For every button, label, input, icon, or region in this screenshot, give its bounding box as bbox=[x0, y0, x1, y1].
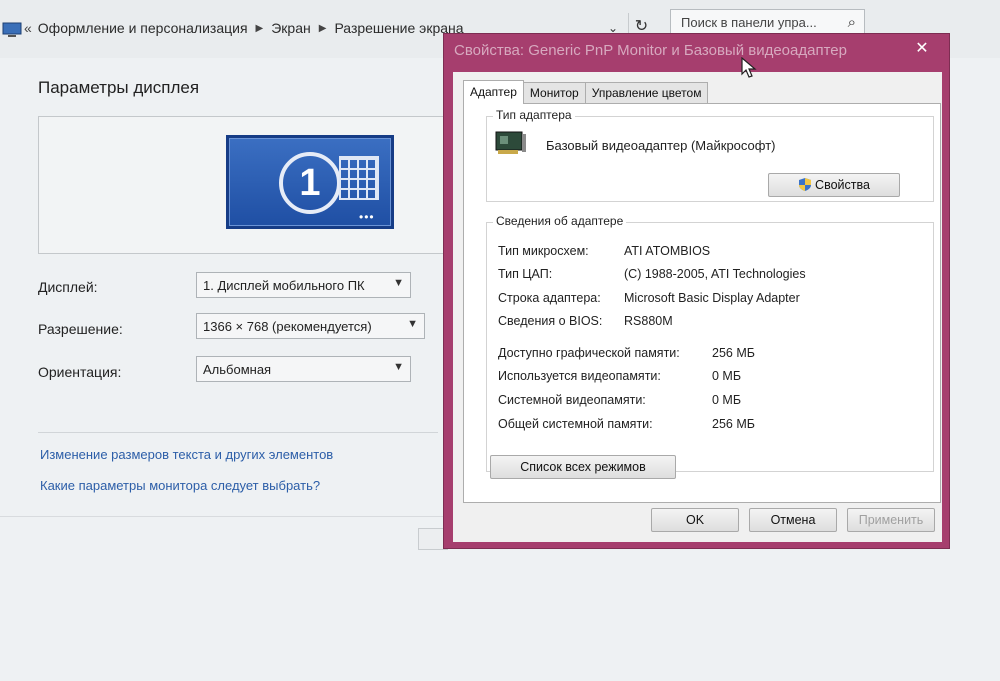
available-graphics-memory-label: Доступно графической памяти: bbox=[498, 346, 680, 360]
breadcrumb-item[interactable]: Экран bbox=[271, 20, 311, 36]
system-video-memory-label: Системной видеопамяти: bbox=[498, 393, 646, 407]
dac-type-value: (C) 1988-2005, ATI Technologies bbox=[624, 267, 806, 281]
monitor-number: 1 bbox=[279, 152, 341, 214]
bios-info-label: Сведения о BIOS: bbox=[498, 314, 603, 328]
dialog-title[interactable]: Свойства: Generic PnP Monitor и Базовый … bbox=[454, 42, 894, 64]
apply-button[interactable]: Применить bbox=[847, 508, 935, 532]
close-icon: ✕ bbox=[915, 40, 929, 57]
shared-system-memory-value: 256 МБ bbox=[712, 417, 755, 431]
resolution-select[interactable]: 1366 × 768 (рекомендуется) ▼ bbox=[196, 313, 425, 339]
tab-monitor[interactable]: Монитор bbox=[522, 82, 586, 104]
video-card-icon bbox=[495, 131, 526, 154]
tab-strip: Адаптер Монитор Управление цветом bbox=[463, 80, 709, 104]
adapter-name: Базовый видеоадаптер (Майкрософт) bbox=[546, 138, 776, 153]
dac-type-label: Тип ЦАП: bbox=[498, 267, 553, 281]
tab-adapter[interactable]: Адаптер bbox=[463, 80, 524, 104]
page-title: Параметры дисплея bbox=[38, 78, 200, 97]
display-select[interactable]: 1. Дисплей мобильного ПК ▼ bbox=[196, 272, 411, 298]
monitor-tile[interactable]: 1 ••• bbox=[226, 135, 394, 229]
dialog-body: Адаптер Монитор Управление цветом Тип ад… bbox=[453, 72, 942, 542]
search-placeholder: Поиск в панели упра... bbox=[681, 15, 817, 30]
search-icon[interactable]: ⌕ bbox=[848, 14, 856, 31]
uac-shield-icon bbox=[799, 178, 812, 191]
adapter-type-group-label: Тип адаптера bbox=[493, 108, 575, 122]
adapter-properties-label: Свойства bbox=[815, 178, 870, 192]
system-video-memory-value: 0 МБ bbox=[712, 393, 742, 407]
ok-button[interactable]: OK bbox=[651, 508, 739, 532]
available-graphics-memory-value: 256 МБ bbox=[712, 346, 755, 360]
display-label: Дисплей: bbox=[38, 279, 98, 295]
chip-type-value: ATI ATOMBIOS bbox=[624, 244, 711, 258]
breadcrumb-separator-icon[interactable]: ▶ bbox=[319, 23, 327, 34]
chevron-down-icon: ▼ bbox=[407, 318, 418, 330]
adapter-string-value: Microsoft Basic Display Adapter bbox=[624, 291, 800, 305]
chevron-down-icon: ▼ bbox=[393, 361, 404, 373]
breadcrumb-separator-icon[interactable]: ▶ bbox=[256, 23, 264, 34]
dedicated-video-memory-label: Используется видеопамяти: bbox=[498, 369, 661, 383]
breadcrumb-item[interactable]: Оформление и персонализация bbox=[38, 20, 248, 36]
properties-dialog: Свойства: Generic PnP Monitor и Базовый … bbox=[443, 33, 950, 549]
orientation-select-value: Альбомная bbox=[203, 362, 272, 377]
adapter-properties-button[interactable]: Свойства bbox=[768, 173, 900, 197]
breadcrumb-overflow-icon[interactable]: « bbox=[24, 20, 32, 36]
orientation-label: Ориентация: bbox=[38, 364, 122, 380]
adapter-tab-panel: Тип адаптера Базовый видеоадаптер (Майкр… bbox=[463, 103, 941, 503]
control-panel-icon bbox=[2, 22, 22, 37]
orientation-select[interactable]: Альбомная ▼ bbox=[196, 356, 411, 382]
dedicated-video-memory-value: 0 МБ bbox=[712, 369, 742, 383]
chevron-down-icon: ▼ bbox=[393, 277, 404, 289]
more-dots-icon: ••• bbox=[359, 210, 375, 224]
monitor-help-link[interactable]: Какие параметры монитора следует выбрать… bbox=[40, 478, 320, 493]
mouse-pointer-icon bbox=[741, 57, 757, 78]
footer-divider bbox=[0, 516, 445, 517]
display-grid-icon bbox=[339, 156, 379, 200]
adapter-string-label: Строка адаптера: bbox=[498, 291, 601, 305]
cancel-button[interactable]: Отмена bbox=[749, 508, 837, 532]
adapter-info-group-label: Сведения об адаптере bbox=[493, 214, 627, 228]
chip-type-label: Тип микросхем: bbox=[498, 244, 589, 258]
close-button[interactable]: ✕ bbox=[909, 38, 935, 60]
bios-info-value: RS880M bbox=[624, 314, 673, 328]
resolution-select-value: 1366 × 768 (рекомендуется) bbox=[203, 319, 372, 334]
section-divider bbox=[38, 432, 438, 433]
list-all-modes-button[interactable]: Список всех режимов bbox=[490, 455, 676, 479]
text-size-link[interactable]: Изменение размеров текста и других элеме… bbox=[40, 447, 333, 462]
shared-system-memory-label: Общей системной памяти: bbox=[498, 417, 653, 431]
tab-color-management[interactable]: Управление цветом bbox=[584, 82, 709, 104]
resolution-label: Разрешение: bbox=[38, 321, 123, 337]
display-select-value: 1. Дисплей мобильного ПК bbox=[203, 278, 365, 293]
